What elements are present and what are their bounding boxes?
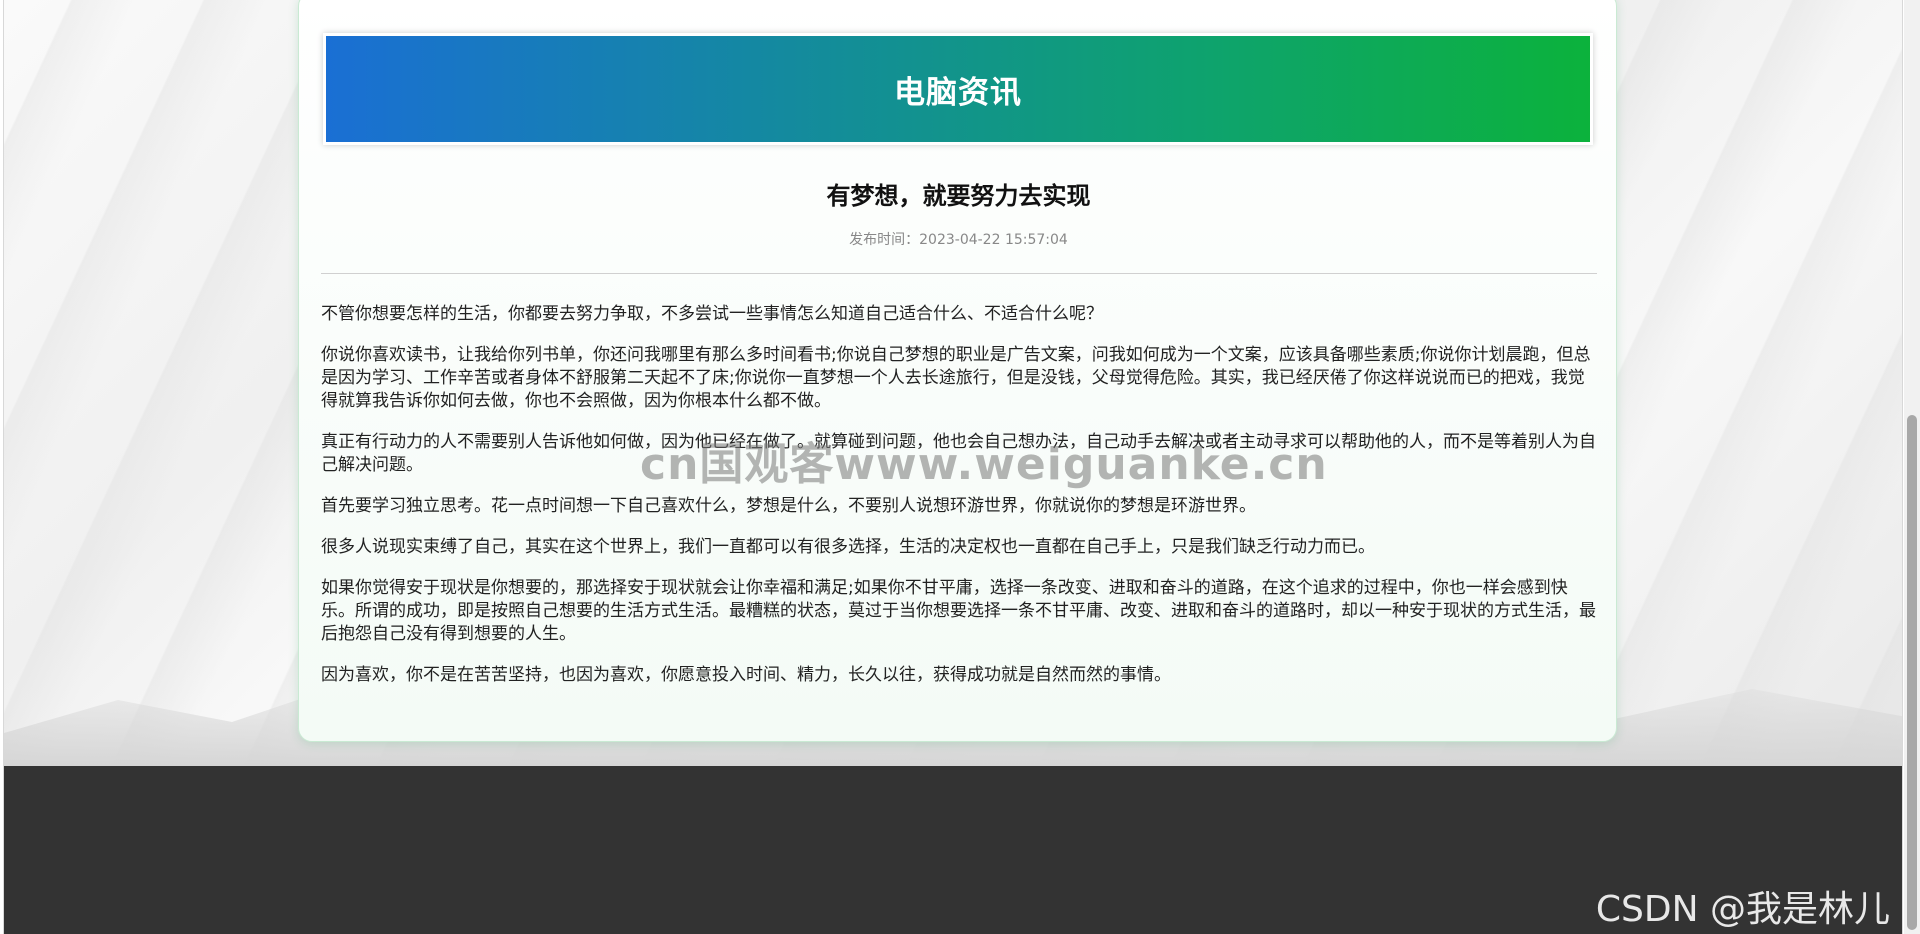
vertical-scrollbar[interactable] [1904, 0, 1920, 934]
paragraph: 因为喜欢，你不是在苦苦坚持，也因为喜欢，你愿意投入时间、精力，长久以往，获得成功… [321, 665, 1171, 685]
page-frame: 电脑资讯 有梦想，就要努力去实现 发布时间：2023-04-22 15:57:0… [3, 0, 1903, 934]
csdn-watermark: CSDN @我是林儿 [1595, 889, 1890, 930]
article-title: 有梦想，就要努力去实现 [826, 182, 1091, 210]
publish-time: 发布时间：2023-04-22 15:57:04 [849, 232, 1068, 248]
paragraph: 你说你喜欢读书，让我给你列书单，你还问我哪里有那么多时间看书;你说自己梦想的职业… [321, 345, 1591, 411]
divider [321, 273, 1597, 274]
paragraph: 首先要学习独立思考。花一点时间想一下自己喜欢什么，梦想是什么，不要别人说想环游世… [321, 496, 1256, 516]
site-watermark: cn国观客www.weiguanke.cn [640, 439, 1328, 490]
article-card: 电脑资讯 有梦想，就要努力去实现 发布时间：2023-04-22 15:57:0… [298, 0, 1617, 742]
category-title: 电脑资讯 [894, 74, 1022, 111]
paragraph: 如果你觉得安于现状是你想要的，那选择安于现状就会让你幸福和满足;如果你不甘平庸，… [321, 578, 1596, 644]
article-content: 不管你想要怎样的生活，你都要去努力争取，不多尝试一些事情怎么知道自己适合什么、不… [321, 303, 1597, 705]
category-banner: 电脑资讯 [323, 33, 1593, 145]
scrollbar-thumb[interactable] [1907, 415, 1917, 930]
paragraph: 很多人说现实束缚了自己，其实在这个世界上，我们一直都可以有很多选择，生活的决定权… [321, 537, 1375, 557]
paragraph: 不管你想要怎样的生活，你都要去努力争取，不多尝试一些事情怎么知道自己适合什么、不… [321, 304, 1103, 324]
